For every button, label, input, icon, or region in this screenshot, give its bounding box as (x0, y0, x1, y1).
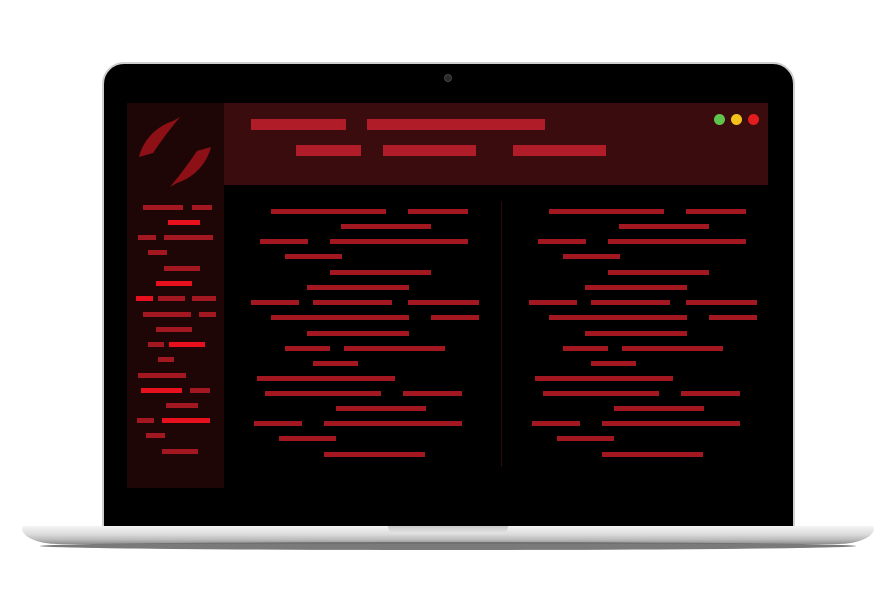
sidebar-line (156, 281, 192, 286)
sidebar-line (146, 433, 165, 438)
laptop-notch (388, 526, 508, 534)
sidebar-line (199, 312, 216, 317)
content-text-line (257, 376, 395, 381)
content-text-line (324, 452, 425, 457)
content-text-line (344, 346, 445, 351)
laptop-mockup (0, 0, 895, 603)
content-text-line (260, 239, 308, 244)
sidebar (127, 103, 224, 488)
content-text-line (254, 421, 302, 426)
content-text-line (602, 421, 740, 426)
content-text-line (279, 436, 336, 441)
content-text-line (408, 300, 479, 305)
sidebar-line (162, 449, 198, 454)
header-title-bar (513, 145, 606, 156)
header-title-bar (251, 119, 346, 130)
content-text-line (614, 406, 704, 411)
content-text-line (307, 285, 409, 290)
content-text-line (408, 209, 468, 214)
laptop-screen (127, 103, 768, 488)
camera-icon (444, 74, 452, 82)
content-text-line (622, 346, 723, 351)
content-text-line (686, 300, 757, 305)
content-text-line (285, 346, 330, 351)
header-title-bar (296, 145, 361, 156)
sidebar-line (138, 373, 186, 378)
content-text-line (251, 300, 299, 305)
content-text-line (686, 209, 746, 214)
content-text-line (549, 315, 687, 320)
content-text-line (285, 254, 342, 259)
sidebar-line (158, 357, 174, 362)
sidebar-line (169, 342, 205, 347)
sidebar-line (143, 205, 183, 210)
column-divider (501, 201, 502, 467)
sidebar-line (192, 296, 216, 301)
content-text-line (585, 331, 687, 336)
sidebar-line (164, 266, 200, 271)
sidebar-line (148, 250, 167, 255)
sidebar-line (143, 312, 191, 317)
sidebar-line (166, 403, 198, 408)
yellow-dot-icon[interactable] (731, 114, 742, 125)
content-text-line (307, 331, 409, 336)
sidebar-line (138, 235, 156, 240)
sidebar-line (162, 418, 210, 423)
content-text-line (538, 239, 586, 244)
content-text-line (591, 361, 636, 366)
content-text-line (271, 315, 409, 320)
sidebar-line (141, 388, 182, 393)
sidebar-line (192, 205, 212, 210)
content-text-line (591, 300, 670, 305)
content-text-line (535, 376, 673, 381)
sidebar-line (136, 296, 153, 301)
content-text-line (330, 270, 431, 275)
content-text-line (557, 436, 614, 441)
content-text-line (313, 300, 392, 305)
green-dot-icon[interactable] (714, 114, 725, 125)
sidebar-line (148, 342, 164, 347)
content-text-line (341, 224, 431, 229)
content-text-line (403, 391, 462, 396)
content-text-line (330, 239, 468, 244)
content-text-line (602, 452, 703, 457)
laptop-base-shadow (40, 542, 856, 550)
content-text-line (608, 239, 746, 244)
content-text-line (585, 285, 687, 290)
red-dot-icon[interactable] (748, 114, 759, 125)
content-text-line (431, 315, 479, 320)
content-text-line (608, 270, 709, 275)
content-text-line (543, 391, 659, 396)
sidebar-line (168, 220, 200, 225)
content-text-line (313, 361, 358, 366)
header (224, 103, 768, 185)
content-text-line (529, 300, 577, 305)
content-text-line (709, 315, 757, 320)
content-text-line (324, 421, 462, 426)
sidebar-line (156, 327, 192, 332)
content-text-line (681, 391, 740, 396)
header-title-bar (383, 145, 476, 156)
header-title-bar (367, 119, 545, 130)
content-text-line (549, 209, 664, 214)
content-text-line (532, 421, 580, 426)
content-text-line (563, 346, 608, 351)
sidebar-line (190, 388, 210, 393)
content-text-line (563, 254, 620, 259)
content-text-line (619, 224, 709, 229)
sidebar-line (164, 235, 213, 240)
sidebar-line (158, 296, 185, 301)
content-text-line (336, 406, 426, 411)
content-text-line (271, 209, 386, 214)
sidebar-line (137, 418, 154, 423)
swirl-logo-icon (139, 117, 211, 187)
content-text-line (265, 391, 381, 396)
